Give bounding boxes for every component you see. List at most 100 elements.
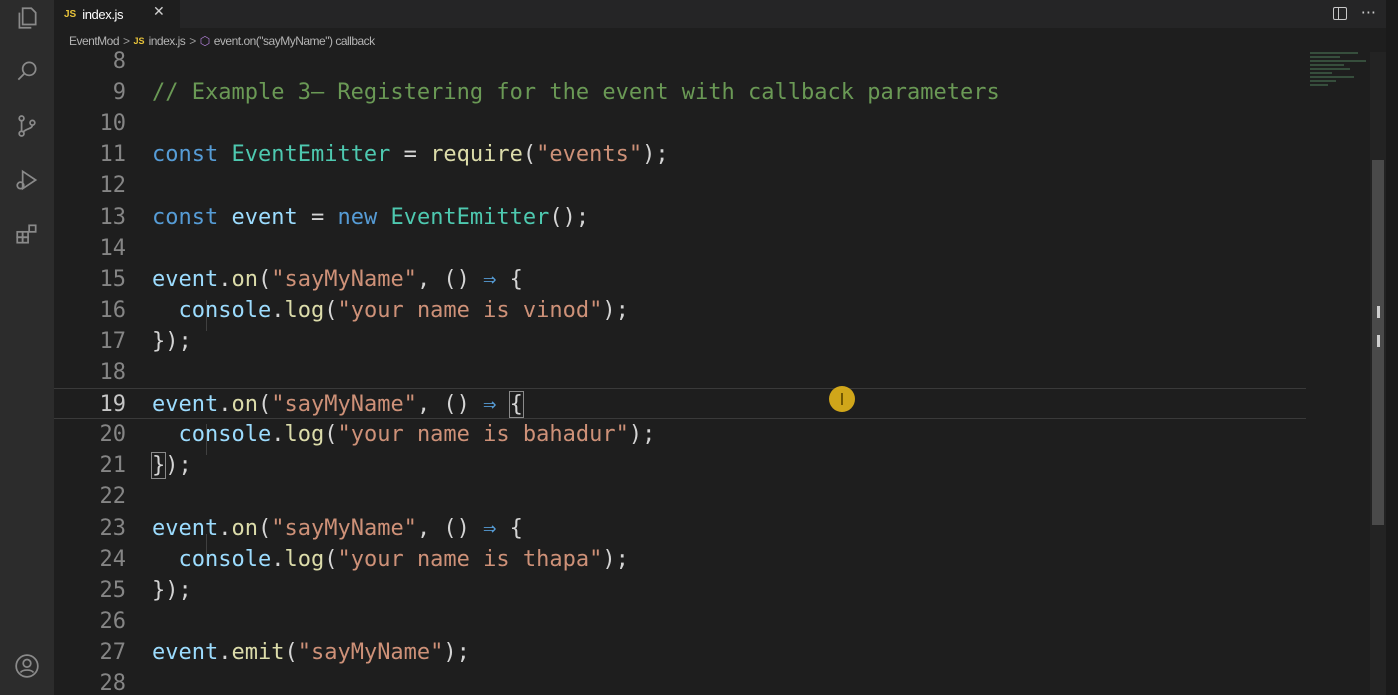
mouse-cursor-highlight: [829, 386, 855, 412]
code-token: log: [284, 297, 325, 323]
line-code: const event = new EventEmitter();: [152, 202, 589, 233]
code-token: new: [337, 204, 391, 230]
code-token: , (): [416, 266, 484, 292]
activity-bar: [0, 0, 54, 695]
code-line[interactable]: 25});: [54, 575, 1370, 606]
code-token: (: [324, 297, 338, 323]
code-token: }: [150, 452, 167, 480]
code-line[interactable]: 19 event.on("sayMyName", () ⇒ {: [54, 388, 1306, 420]
code-line[interactable]: 28: [54, 668, 1370, 695]
code-token: "sayMyName": [297, 639, 444, 665]
editor-actions: ···: [1332, 3, 1376, 22]
search-icon[interactable]: [13, 57, 41, 85]
line-number: 18: [99, 360, 127, 385]
source-control-icon[interactable]: [13, 112, 41, 140]
scroll-marker: [1377, 335, 1380, 347]
code-line[interactable]: 22: [54, 481, 1370, 512]
code-editor[interactable]: 8 9 // Example 3— Registering for the even…: [54, 49, 1370, 695]
code-token: .: [271, 422, 285, 448]
code-token: });: [152, 577, 192, 603]
code-line[interactable]: 10: [54, 108, 1370, 139]
tab-label: index.js: [82, 6, 124, 22]
code-token: (: [324, 546, 338, 572]
line-number: 26: [99, 608, 127, 634]
line-number: 22: [99, 484, 127, 510]
tab-index-js[interactable]: JS index.js ✕: [54, 0, 180, 28]
code-line[interactable]: 11 const EventEmitter = require("events")…: [54, 139, 1370, 170]
code-line[interactable]: 12: [54, 170, 1370, 201]
line-number: 27: [99, 639, 127, 665]
line-code: event.on("sayMyName", () ⇒ {: [152, 264, 523, 295]
code-token: log: [284, 422, 325, 448]
code-line[interactable]: 24 console.log("your name is thapa");: [54, 544, 1370, 575]
code-token: EventEmitter: [390, 204, 550, 230]
code-line[interactable]: 8: [54, 46, 1370, 77]
line-number: 24: [99, 546, 127, 572]
code-token: {: [496, 515, 523, 541]
line-code: console.log("your name is vinod");: [152, 295, 629, 326]
code-token: event: [152, 515, 219, 541]
code-token: on: [231, 515, 258, 541]
code-line[interactable]: 9 // Example 3— Registering for the event…: [54, 77, 1370, 108]
code-token: on: [231, 392, 258, 418]
code-token: );: [602, 546, 629, 572]
code-token: );: [642, 142, 669, 168]
extensions-icon[interactable]: [13, 220, 41, 248]
line-number: 20: [99, 422, 127, 448]
code-line[interactable]: 17});: [54, 326, 1370, 357]
code-token: .: [271, 297, 285, 323]
code-token: "sayMyName": [271, 266, 417, 292]
code-line[interactable]: 21});: [54, 450, 1370, 481]
line-code: console.log("your name is thapa");: [152, 544, 629, 575]
code-token: "your name is thapa": [337, 546, 603, 572]
code-line[interactable]: 27 event.emit("sayMyName");: [54, 637, 1370, 668]
code-line[interactable]: 15 event.on("sayMyName", () ⇒ {: [54, 264, 1370, 295]
code-token: console: [178, 297, 272, 323]
code-token: on: [231, 266, 258, 292]
line-number: 23: [99, 515, 127, 541]
code-token: .: [218, 266, 232, 292]
code-line[interactable]: 23 event.on("sayMyName", () ⇒ {: [54, 513, 1370, 544]
code-line[interactable]: 18: [54, 357, 1370, 388]
code-token: =: [297, 204, 338, 230]
js-file-icon: JS: [64, 8, 77, 20]
vertical-scrollbar[interactable]: [1370, 52, 1386, 695]
more-actions-icon[interactable]: ···: [1361, 3, 1376, 22]
code-token: require: [430, 142, 523, 168]
line-code: event.on("sayMyName", () ⇒ {: [152, 513, 523, 544]
code-token: .: [271, 546, 285, 572]
code-token: event: [152, 639, 219, 665]
minimap[interactable]: [1310, 52, 1370, 102]
code-token: console: [178, 546, 272, 572]
tab-bar: JS index.js ✕ ···: [54, 0, 1398, 28]
code-token: ();: [549, 204, 590, 230]
code-token: "your name is vinod": [337, 297, 603, 323]
code-token: event: [231, 204, 298, 230]
code-line[interactable]: 14: [54, 233, 1370, 264]
code-line[interactable]: 13 const event = new EventEmitter();: [54, 202, 1370, 233]
code-line[interactable]: 16 console.log("your name is vinod");: [54, 295, 1370, 326]
js-file-icon: JS: [133, 36, 145, 46]
code-token: "sayMyName": [271, 515, 417, 541]
account-icon[interactable]: [13, 652, 41, 680]
code-token: log: [284, 546, 325, 572]
code-token: , (): [416, 515, 484, 541]
line-number: 28: [99, 671, 127, 695]
code-line[interactable]: 26: [54, 606, 1370, 637]
line-number: 21: [99, 453, 127, 479]
code-token: });: [152, 328, 192, 354]
code-token: "events": [536, 142, 643, 168]
close-icon[interactable]: ✕: [153, 4, 165, 20]
code-token: .: [218, 515, 232, 541]
explorer-icon[interactable]: [13, 4, 41, 32]
code-token: ⇒: [483, 266, 497, 292]
code-token: (: [257, 392, 272, 418]
line-code: });: [152, 326, 192, 357]
split-editor-icon[interactable]: [1332, 7, 1347, 20]
run-debug-icon[interactable]: [13, 166, 41, 194]
code-token: EventEmitter: [231, 142, 391, 168]
code-line[interactable]: 20 console.log("your name is bahadur");: [54, 419, 1370, 450]
code-token: );: [165, 453, 192, 479]
